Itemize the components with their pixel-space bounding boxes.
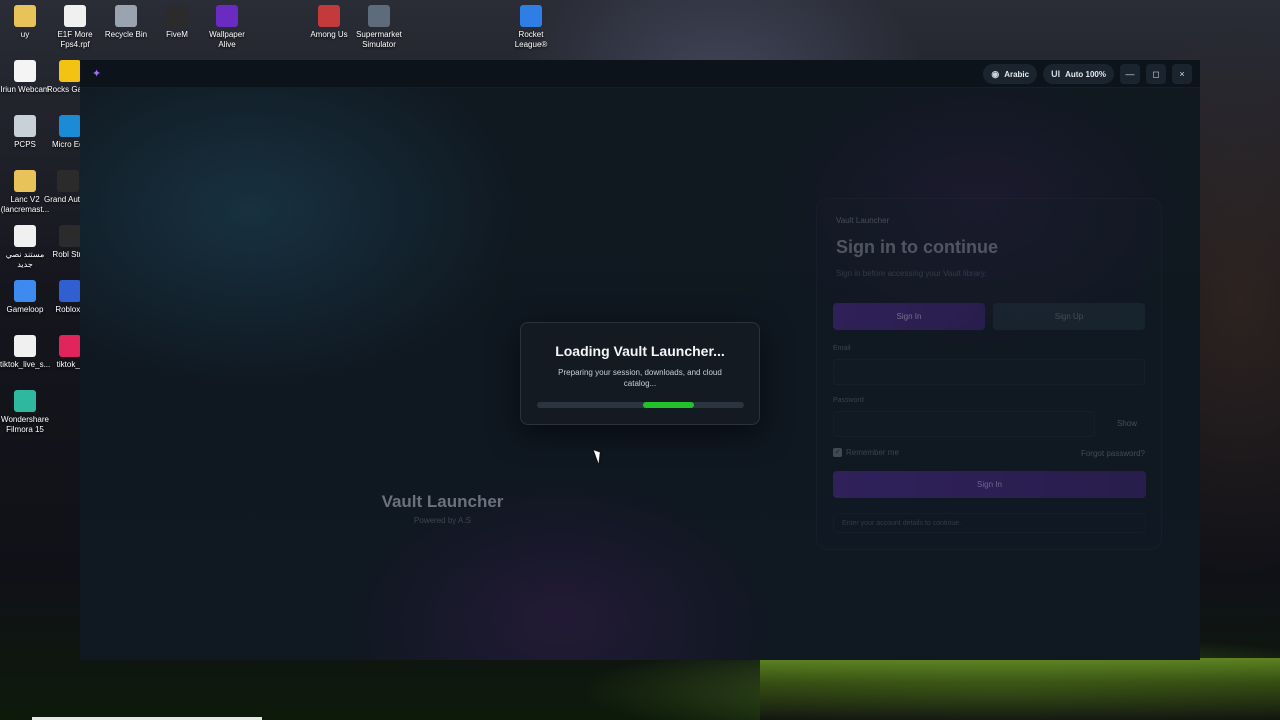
desktop-icon-label: E1F More Fps4.rpf (57, 30, 93, 49)
ui-scale-button[interactable]: UI Auto 100% (1043, 64, 1114, 84)
progress-fill (642, 402, 695, 408)
card-subtitle: Sign in before accessing your Vault libr… (836, 269, 987, 278)
desktop-icon[interactable]: مستند نصي جديد (0, 225, 50, 270)
folder-icon (14, 170, 36, 192)
close-icon: × (1179, 69, 1185, 79)
file-icon (14, 335, 36, 357)
gta-icon (57, 170, 79, 192)
roblox-icon (59, 280, 81, 302)
sign-in-button[interactable]: Sign In (833, 471, 1146, 498)
desktop-icon-label: Rocket League® (514, 30, 548, 49)
among-us-icon (318, 5, 340, 27)
language-button[interactable]: ◉ Arabic (983, 64, 1038, 84)
remember-label: Remember me (846, 448, 899, 457)
webcam-icon (14, 60, 36, 82)
desktop-icon-label: Among Us (310, 30, 348, 39)
desktop-icon[interactable]: Wallpaper Alive (202, 5, 252, 50)
forgot-password-link[interactable]: Forgot password? (1081, 449, 1145, 458)
desktop-icon-label: Wondershare Filmora 15 (1, 415, 49, 434)
app-logo-icon: ✦ (92, 68, 102, 80)
desktop-icon-label: FiveM (166, 30, 188, 39)
desktop-icon[interactable]: tiktok_live_s... (0, 335, 50, 370)
maximize-icon: ◻ (1152, 68, 1160, 79)
brand-title: Vault Launcher (381, 492, 504, 511)
desktop-icon-label: uy (20, 30, 30, 39)
edge-icon (59, 115, 81, 137)
card-title: Sign in to continue (836, 237, 998, 257)
loading-dialog: Loading Vault Launcher... Preparing your… (520, 322, 760, 425)
password-label: Password (833, 397, 864, 404)
desktop-icon-label: Iriun Webcam (0, 85, 50, 94)
desktop-icon[interactable]: uy (0, 5, 50, 40)
brand-subtitle: Powered by A.S (414, 516, 471, 525)
minimize-icon: — (1125, 69, 1135, 79)
rockstar-icon (59, 60, 81, 82)
recycle-bin-icon (115, 5, 137, 27)
desktop-icon-label: Recycle Bin (104, 30, 148, 39)
vault-launcher-window: ✦ ◉ Arabic UI Auto 100% — ◻ × Vault Laun… (80, 60, 1200, 660)
rocket-league-icon (520, 5, 542, 27)
fivem-icon (166, 5, 188, 27)
file-icon (64, 5, 86, 27)
password-field[interactable] (833, 411, 1095, 437)
supermarket-icon (368, 5, 390, 27)
roblox-studio-icon (59, 225, 81, 247)
desktop-icon[interactable]: Rocket League® (506, 5, 556, 50)
email-label: Email (833, 345, 851, 352)
filmora-icon (14, 390, 36, 412)
desktop-icon[interactable]: PCPS (0, 115, 50, 150)
desktop-icon-label: مستند نصي جديد (5, 250, 45, 269)
loading-subtitle: Preparing your session, downloads, and c… (558, 368, 722, 388)
tab-sign-in[interactable]: Sign In (833, 303, 985, 330)
desktop-icon[interactable]: Gameloop (0, 280, 50, 315)
email-field[interactable] (833, 359, 1145, 385)
desktop-icon[interactable]: E1F More Fps4.rpf (50, 5, 100, 50)
desktop-icon[interactable]: Wondershare Filmora 15 (0, 390, 50, 435)
desktop-icon[interactable]: Iriun Webcam (0, 60, 50, 95)
show-password-button[interactable]: Show (1117, 419, 1137, 428)
ui-prefix: UI (1051, 69, 1061, 79)
signin-hint: Enter your account details to continue. (833, 513, 1146, 533)
check-icon: ✓ (833, 448, 842, 457)
desktop-icon[interactable]: FiveM (152, 5, 202, 40)
card-label: Vault Launcher (836, 216, 890, 225)
minimize-button[interactable]: — (1120, 64, 1140, 84)
language-label: Arabic (1004, 69, 1030, 79)
tiktok-icon (59, 335, 81, 357)
desktop-icon[interactable]: Recycle Bin (101, 5, 151, 40)
signin-card: Vault Launcher Sign in to continue Sign … (816, 198, 1162, 550)
wallpaper-alive-icon (216, 5, 238, 27)
desktop-icon-label: PCPS (14, 140, 36, 149)
brand-block: Vault Launcher Powered by A.S (330, 492, 555, 525)
folder-icon (14, 5, 36, 27)
remember-me[interactable]: ✓ Remember me (833, 448, 899, 457)
titlebar: ✦ ◉ Arabic UI Auto 100% — ◻ × (80, 60, 1200, 88)
desktop-icon-label: Supermarket Simulator (356, 30, 402, 49)
text-document-icon (14, 225, 36, 247)
close-button[interactable]: × (1172, 64, 1192, 84)
desktop-icon-label: tiktok_live_s... (0, 360, 51, 369)
pcps-icon (14, 115, 36, 137)
desktop-icon-label: Wallpaper Alive (209, 30, 245, 49)
desktop-icon-label: Gameloop (6, 305, 44, 314)
ui-scale-label: Auto 100% (1065, 69, 1106, 79)
desktop-icon[interactable]: Supermarket Simulator (354, 5, 404, 50)
maximize-button[interactable]: ◻ (1146, 64, 1166, 84)
tab-sign-up[interactable]: Sign Up (993, 303, 1145, 330)
wallpaper-ground (760, 658, 1280, 720)
loading-title: Loading Vault Launcher... (555, 343, 725, 359)
gameloop-icon (14, 280, 36, 302)
globe-icon: ◉ (991, 68, 1000, 79)
progress-track (537, 402, 744, 408)
desktop-icon[interactable]: Among Us (304, 5, 354, 40)
